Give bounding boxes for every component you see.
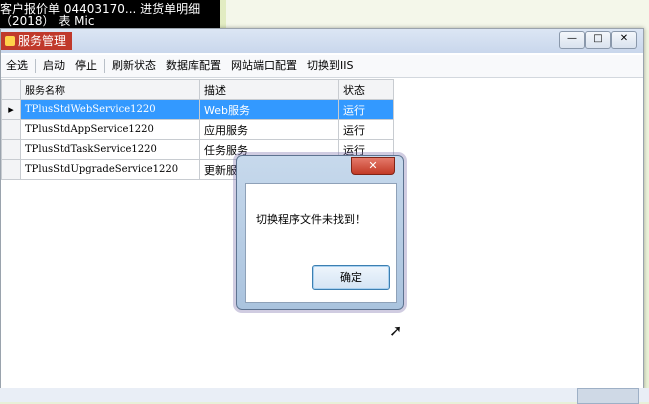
- row-selector[interactable]: [1, 119, 21, 140]
- cell-status[interactable]: 运行: [338, 99, 394, 120]
- app-title: 服务管理: [1, 32, 73, 50]
- minimize-button[interactable]: —: [559, 31, 585, 49]
- maximize-button[interactable]: □: [585, 31, 611, 49]
- cell-name[interactable]: TPlusStdAppService1220: [20, 119, 200, 140]
- column-header-status[interactable]: 状态: [338, 79, 394, 100]
- column-header-name[interactable]: 服务名称: [20, 79, 200, 100]
- table-row[interactable]: TPlusStdAppService1220 应用服务 运行: [1, 119, 394, 140]
- desktop-wallpaper: [220, 0, 649, 30]
- row-selector[interactable]: [1, 139, 21, 160]
- close-window-button[interactable]: ✕: [611, 31, 637, 49]
- switch-to-iis-button[interactable]: 切换到IIS: [302, 55, 358, 77]
- cell-desc[interactable]: Web服务: [199, 99, 339, 120]
- toolbar-separator: [35, 59, 36, 73]
- app-title-text: 服务管理: [18, 34, 67, 48]
- toolbar: 全选 启动 停止 刷新状态 数据库配置 网站端口配置 切换到IIS: [1, 55, 643, 78]
- refresh-status-button[interactable]: 刷新状态: [107, 55, 161, 77]
- cell-desc[interactable]: 应用服务: [199, 119, 339, 140]
- app-icon: [5, 36, 15, 46]
- cell-status[interactable]: 运行: [338, 119, 394, 140]
- cell-name[interactable]: TPlusStdWebService1220: [20, 99, 200, 120]
- row-selector[interactable]: [1, 159, 21, 180]
- row-selector-icon[interactable]: ▸: [1, 99, 21, 120]
- stop-button[interactable]: 停止: [70, 55, 102, 77]
- desktop-label-line2: （2018） 表 Mic: [0, 14, 95, 28]
- select-all-button[interactable]: 全选: [1, 55, 33, 77]
- cell-name[interactable]: TPlusStdUpgradeService1220: [20, 159, 200, 180]
- wallpaper-line: [220, 0, 226, 30]
- cell-name[interactable]: TPlusStdTaskService1220: [20, 139, 200, 160]
- title-bar[interactable]: 服务管理 — □ ✕: [1, 29, 643, 53]
- start-button[interactable]: 启动: [38, 55, 70, 77]
- column-header-desc[interactable]: 描述: [199, 79, 339, 100]
- toolbar-separator: [104, 59, 105, 73]
- database-config-button[interactable]: 数据库配置: [161, 55, 226, 77]
- mouse-cursor-icon: ➚: [389, 321, 403, 340]
- ok-button[interactable]: 确定: [312, 265, 390, 290]
- message-dialog: ✕ 切换程序文件未找到！ 确定: [236, 155, 404, 310]
- port-config-button[interactable]: 网站端口配置: [226, 55, 302, 77]
- dialog-body: 切换程序文件未找到！ 确定: [245, 183, 397, 303]
- taskbar: [0, 388, 649, 404]
- dialog-message: 切换程序文件未找到！: [256, 213, 366, 226]
- row-header-corner: [1, 79, 21, 100]
- dialog-close-button[interactable]: ✕: [351, 157, 395, 175]
- table-header-row: 服务名称 描述 状态: [1, 79, 394, 100]
- table-row[interactable]: ▸ TPlusStdWebService1220 Web服务 运行: [1, 99, 394, 120]
